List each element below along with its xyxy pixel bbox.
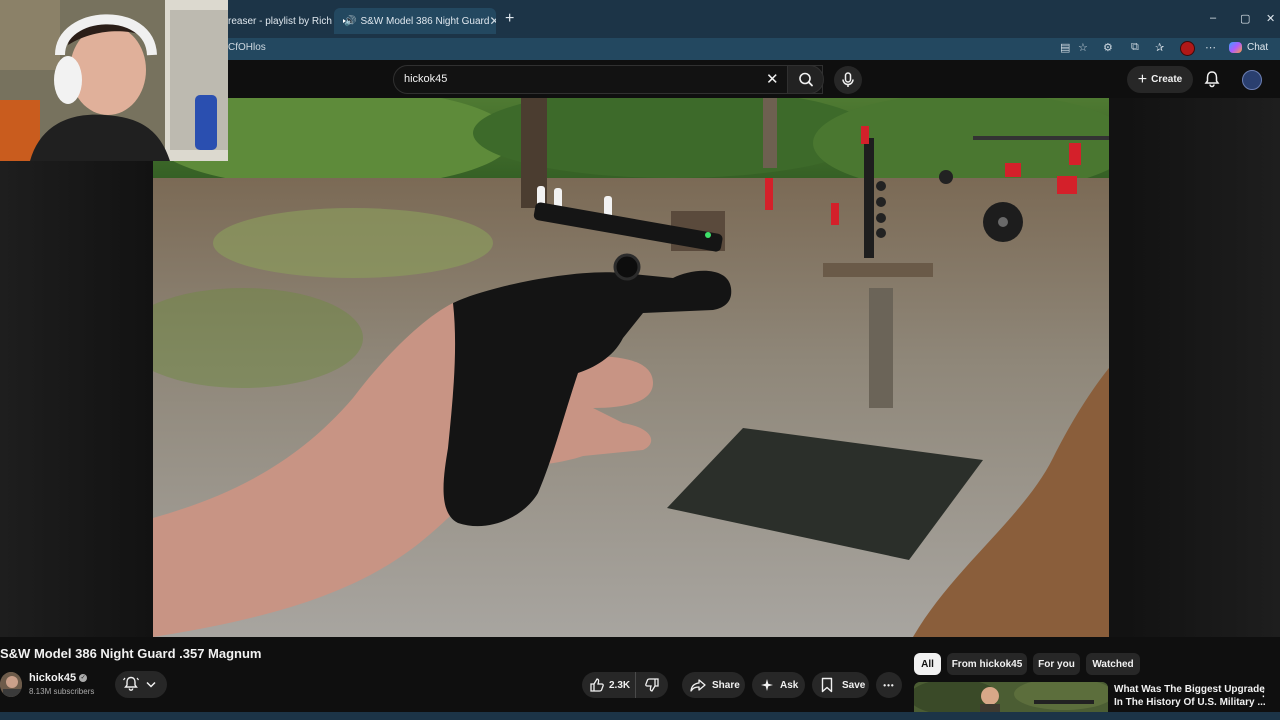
extensions-icon[interactable]: ⚙ [1103, 41, 1113, 54]
search-query[interactable]: hickok45 [404, 73, 447, 85]
search-input[interactable]: hickok45 ✕ [393, 65, 823, 94]
create-button[interactable]: + Create [1127, 66, 1193, 93]
tab-close-icon[interactable]: ✕ [332, 14, 333, 28]
tab-label: S&W Model 386 Night Guard [360, 15, 490, 27]
bell-chevron-icon [123, 676, 156, 691]
channel-name-text[interactable]: hickok45 [29, 672, 76, 684]
notifications-bell-icon[interactable] [1203, 70, 1221, 88]
account-avatar[interactable] [1242, 70, 1262, 90]
share-arrow-icon [690, 679, 706, 692]
bookmark-icon [821, 677, 833, 693]
channel-avatar[interactable] [0, 672, 22, 697]
chip-for-you[interactable]: For you [1033, 653, 1080, 675]
plus-icon: + [1137, 70, 1148, 88]
copilot-icon[interactable] [1229, 42, 1242, 53]
video-player[interactable] [153, 98, 1109, 637]
recommended-more-menu-icon[interactable]: ⋮ [1257, 684, 1270, 700]
channel-avatar-image [0, 672, 22, 697]
search-button[interactable] [787, 65, 824, 94]
recommended-title-line-1: What Was The Biggest Upgrade [1114, 684, 1265, 695]
create-label: Create [1151, 74, 1183, 85]
recommended-title-line-2: In The History Of U.S. Military ... [1114, 697, 1266, 708]
address-url-text[interactable]: CfOHlos [228, 42, 266, 53]
recommended-video-title[interactable]: What Was The Biggest Upgrade In The Hist… [1114, 683, 1266, 709]
share-label: Share [712, 679, 740, 691]
chip-watched[interactable]: Watched [1086, 653, 1140, 675]
new-tab-button[interactable]: + [505, 10, 514, 28]
split-screen-icon[interactable]: ⧉ [1131, 41, 1139, 54]
save-button[interactable]: Save [812, 672, 869, 698]
webcam-overlay [0, 0, 228, 161]
chip-from-channel[interactable]: From hickok45 [947, 653, 1027, 675]
reader-view-icon[interactable]: ▤ [1060, 41, 1070, 54]
subscriber-count: 8.13M subscribers [29, 687, 95, 696]
taskbar-strip [0, 712, 1280, 720]
ask-button[interactable]: Ask [752, 672, 805, 698]
tab-label: reaser - playlist by Rich [228, 15, 332, 27]
like-count: 2.3K [609, 679, 631, 691]
thumbs-up-icon [590, 678, 604, 692]
save-label: Save [842, 679, 866, 691]
video-title: S&W Model 386 Night Guard .357 Magnum [0, 646, 262, 661]
favorites-icon[interactable]: ✰ [1155, 41, 1164, 54]
voice-search-button[interactable] [834, 66, 862, 94]
chat-label[interactable]: Chat [1247, 42, 1268, 53]
minimize-button[interactable]: – [1210, 12, 1216, 24]
chip-all[interactable]: All [914, 653, 941, 675]
sparkle-icon [761, 679, 773, 691]
thumbs-down-icon [645, 678, 659, 692]
channel-name[interactable]: hickok45 ✓ [29, 672, 88, 684]
clear-search-icon[interactable]: ✕ [766, 70, 779, 88]
dislike-button[interactable] [636, 672, 668, 698]
like-button[interactable]: 2.3K [582, 672, 636, 698]
streamer-webcam-image [0, 0, 228, 161]
microphone-icon [842, 72, 854, 87]
subscription-notifications-button[interactable] [115, 671, 167, 698]
tab-close-icon[interactable]: ✕ [489, 14, 496, 28]
share-button[interactable]: Share [682, 672, 745, 698]
browser-tab-playlist[interactable]: reaser - playlist by Rich ✕ [228, 8, 333, 34]
verified-badge-icon: ✓ [79, 674, 88, 683]
like-dislike-group: 2.3K [582, 672, 668, 698]
browser-tab-active-video[interactable]: 🔊 S&W Model 386 Night Guard ✕ [334, 8, 496, 34]
favorite-star-icon[interactable]: ☆ [1078, 41, 1088, 54]
close-window-button[interactable]: ✕ [1266, 12, 1275, 25]
more-actions-button[interactable]: ••• [876, 672, 902, 698]
ask-label: Ask [780, 679, 799, 691]
profile-avatar[interactable] [1180, 41, 1195, 56]
search-icon [799, 72, 813, 87]
maximize-button[interactable]: ▢ [1240, 12, 1250, 25]
settings-more-icon[interactable]: ⋯ [1205, 41, 1216, 54]
video-frame-revolver-range [153, 98, 1109, 637]
